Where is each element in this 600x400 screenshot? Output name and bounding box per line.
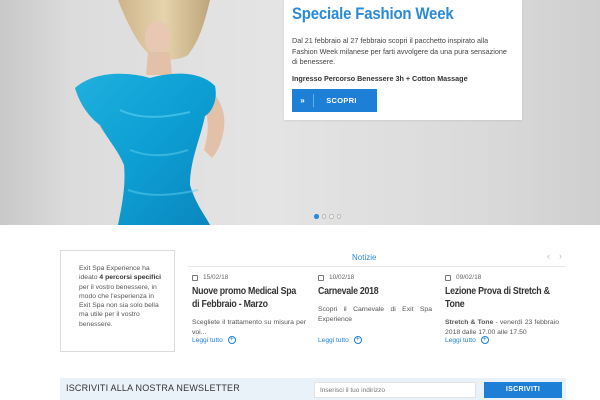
calendar-icon — [318, 274, 324, 281]
read-more-link[interactable]: Leggi tutto + — [318, 336, 362, 344]
news-section-title: Notizie — [352, 253, 377, 262]
hero-slide-card: Speciale Fashion Week Dal 21 febbraio al… — [284, 0, 522, 120]
news-date: 10/02/18 — [329, 274, 355, 281]
slider-dot-3[interactable] — [329, 214, 334, 219]
hero-slider: Speciale Fashion Week Dal 21 febbraio al… — [0, 0, 600, 225]
news-prev-icon[interactable]: ‹ — [547, 251, 550, 261]
news-item: 10/02/18 Carnevale 2018 Scopri il Carnev… — [318, 274, 432, 324]
news-next-icon[interactable]: › — [559, 251, 562, 261]
news-excerpt: Stretch & Tone - venerdì 23 febbraio 201… — [445, 318, 559, 337]
news-title[interactable]: Carnevale 2018 — [318, 285, 431, 298]
newsletter-bar: ISCRIVITI ALLA NOSTRA NEWSLETTER ISCRIVI… — [60, 378, 566, 400]
slider-dot-4[interactable] — [336, 214, 341, 219]
news-excerpt-bold: Stretch & Tone — [445, 319, 494, 326]
slider-dot-2[interactable] — [321, 214, 326, 219]
read-more-label: Leggi tutto — [445, 336, 476, 344]
news-date: 09/02/18 — [456, 274, 482, 281]
subscribe-button[interactable]: ISCRIVITI — [484, 382, 562, 398]
slide-offer: Ingresso Percorso Benessere 3h + Cotton … — [292, 73, 468, 83]
news-date: 15/02/18 — [203, 274, 229, 281]
slide-title: Speciale Fashion Week — [292, 4, 454, 23]
newsletter-label: ISCRIVITI ALLA NOSTRA NEWSLETTER — [66, 383, 240, 393]
slider-dot-1[interactable] — [314, 214, 319, 219]
read-more-link[interactable]: Leggi tutto + — [192, 336, 236, 344]
double-chevron-right-icon: » — [292, 94, 314, 107]
news-title[interactable]: Lezione Prova di Stretch & Tone — [445, 285, 558, 311]
intro-box: Exit Spa Experience ha ideato 4 percorsi… — [60, 250, 175, 352]
slider-dots — [314, 214, 341, 219]
read-more-label: Leggi tutto — [318, 336, 349, 344]
plus-circle-icon: + — [480, 336, 489, 344]
calendar-icon — [445, 274, 451, 281]
calendar-icon — [192, 274, 198, 281]
news-title[interactable]: Nuove promo Medical Spa di Febbraio - Ma… — [192, 285, 305, 311]
intro-text-bold: 4 percorsi specifici — [99, 274, 162, 282]
scopri-button[interactable]: » SCOPRI — [292, 89, 377, 112]
slide-description: Dal 21 febbraio al 27 febbraio scopri il… — [292, 36, 507, 66]
news-excerpt: Scopri il Carnevale di Exit Spa Experien… — [318, 306, 432, 323]
scopri-button-label: SCOPRI — [326, 96, 357, 105]
newsletter-email-input[interactable] — [314, 382, 476, 398]
news-item: 09/02/18 Lezione Prova di Stretch & Tone… — [445, 274, 559, 337]
read-more-link[interactable]: Leggi tutto + — [445, 336, 489, 344]
plus-circle-icon: + — [227, 336, 236, 344]
intro-text-end: per il vostro benessere, in modo che l'e… — [79, 283, 159, 328]
news-excerpt: Scegliete il trattamento su misura per v… — [192, 319, 306, 336]
news-item: 15/02/18 Nuove promo Medical Spa di Febb… — [192, 274, 306, 337]
read-more-label: Leggi tutto — [192, 336, 223, 344]
hero-model-image — [75, 0, 225, 225]
plus-circle-icon: + — [353, 336, 362, 344]
news-divider — [188, 266, 566, 267]
